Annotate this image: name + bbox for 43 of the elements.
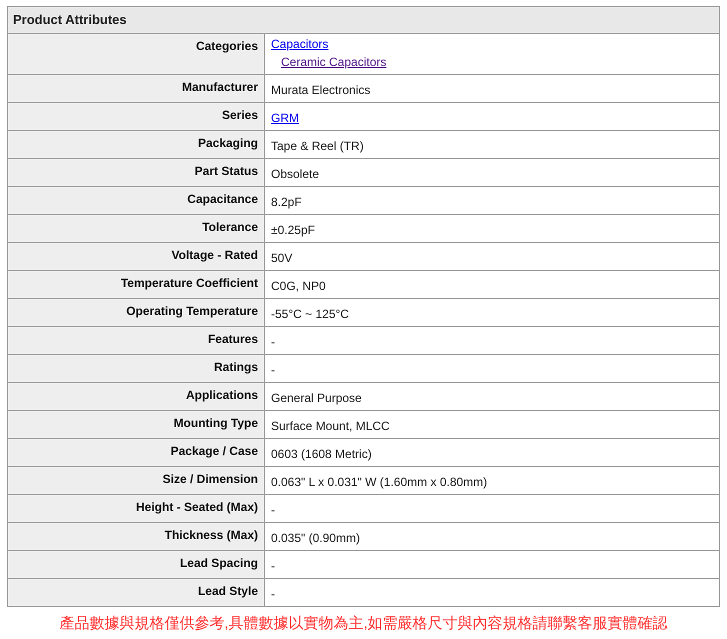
attribute-label: Features <box>8 327 265 354</box>
attribute-value: Murata Electronics <box>271 82 370 99</box>
attribute-value: General Purpose <box>271 390 362 407</box>
attribute-label: Tolerance <box>8 215 265 242</box>
category-link[interactable]: GRM <box>271 109 299 127</box>
attribute-label: Series <box>8 103 265 130</box>
attribute-value: 0603 (1608 Metric) <box>271 446 372 463</box>
attribute-label: Operating Temperature <box>8 299 265 326</box>
attribute-value: - <box>271 362 275 379</box>
attribute-value: 0.035" (0.90mm) <box>271 530 360 547</box>
attribute-value: 8.2pF <box>271 194 302 211</box>
attribute-value: - <box>271 502 275 519</box>
attribute-value: C0G, NP0 <box>271 278 326 295</box>
attribute-value: - <box>271 558 275 575</box>
attribute-label: Capacitance <box>8 187 265 214</box>
attribute-label: Packaging <box>8 131 265 158</box>
attribute-label: Mounting Type <box>8 411 265 438</box>
attribute-label: Temperature Coefficient <box>8 271 265 298</box>
attribute-value: 50V <box>271 250 292 267</box>
table-header: Product Attributes <box>8 7 719 34</box>
attribute-label: Package / Case <box>8 439 265 466</box>
attribute-label: Categories <box>8 34 265 74</box>
attribute-value: Surface Mount, MLCC <box>271 418 390 435</box>
attribute-label: Size / Dimension <box>8 467 265 494</box>
disclaimer-note: 產品數據與規格僅供參考,具體數據以實物為主,如需嚴格尺寸與內容規格請聯繫客服實體確認 <box>58 614 669 634</box>
category-link[interactable]: Capacitors <box>271 35 328 53</box>
attribute-label: Manufacturer <box>8 75 265 102</box>
attribute-label: Lead Spacing <box>8 551 265 578</box>
attribute-label: Lead Style <box>8 579 265 606</box>
attribute-value: - <box>271 586 275 603</box>
attribute-value: 0.063" L x 0.031" W (1.60mm x 0.80mm) <box>271 474 488 491</box>
attribute-label: Applications <box>8 383 265 410</box>
attribute-label: Height - Seated (Max) <box>8 495 265 522</box>
attribute-label: Thickness (Max) <box>8 523 265 550</box>
category-link[interactable]: Ceramic Capacitors <box>281 53 386 71</box>
attribute-value: -55°C ~ 125°C <box>271 306 349 323</box>
attribute-label: Voltage - Rated <box>8 243 265 270</box>
attribute-value: ±0.25pF <box>271 222 315 239</box>
attribute-value: - <box>271 334 275 351</box>
attribute-value: Tape & Reel (TR) <box>271 138 364 155</box>
attribute-label: Ratings <box>8 355 265 382</box>
attribute-label: Part Status <box>8 159 265 186</box>
attribute-value: Obsolete <box>271 166 320 183</box>
